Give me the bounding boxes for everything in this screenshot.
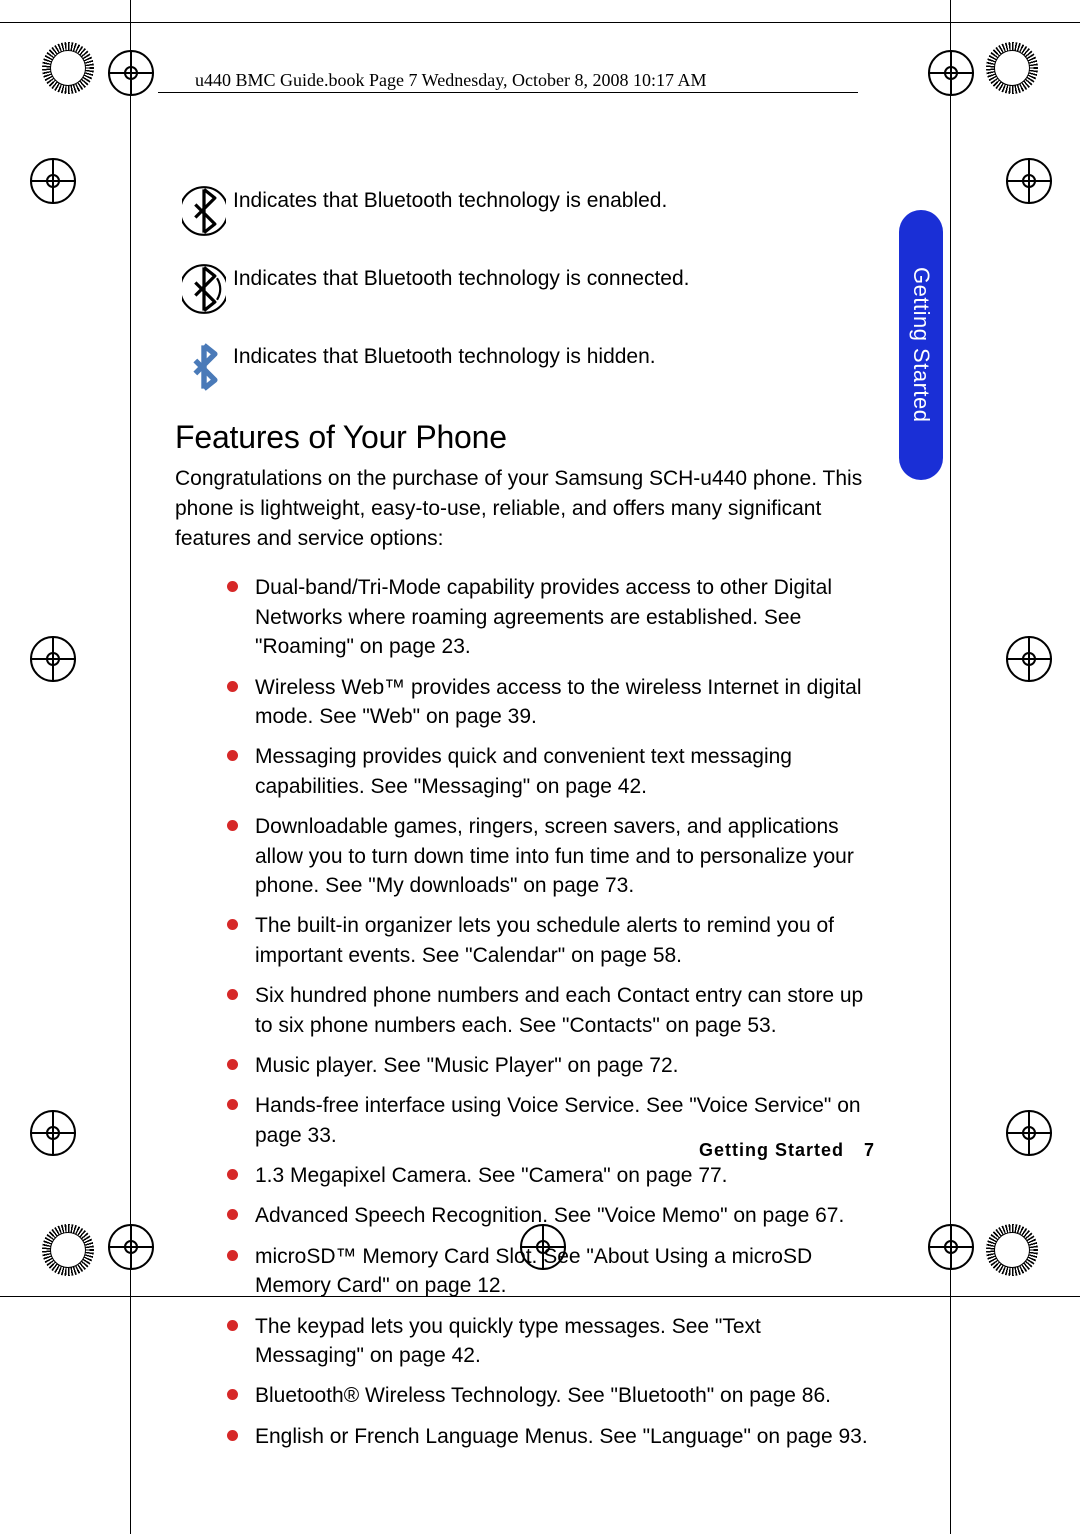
registration-mark-icon: [42, 1224, 94, 1276]
feature-list: Dual-band/Tri-Mode capability provides a…: [227, 573, 875, 1451]
indicator-text: Indicates that Bluetooth technology is c…: [233, 263, 689, 293]
registration-mark-icon: [42, 42, 94, 94]
list-item: The keypad lets you quickly type message…: [227, 1312, 875, 1371]
crosshair-icon: [928, 1224, 974, 1270]
crop-line: [0, 22, 1080, 23]
footer-section-label: Getting Started: [699, 1140, 844, 1160]
list-item: microSD™ Memory Card Slot. See "About Us…: [227, 1242, 875, 1301]
bluetooth-hidden-icon: [182, 341, 226, 393]
intro-paragraph: Congratulations on the purchase of your …: [175, 464, 875, 553]
list-item: Dual-band/Tri-Mode capability provides a…: [227, 573, 875, 661]
page-content: Indicates that Bluetooth technology is e…: [175, 185, 875, 1462]
list-item: Bluetooth® Wireless Technology. See "Blu…: [227, 1381, 875, 1410]
indicator-row: Indicates that Bluetooth technology is c…: [175, 263, 875, 315]
list-item: Messaging provides quick and convenient …: [227, 742, 875, 801]
list-item: Music player. See "Music Player" on page…: [227, 1051, 875, 1080]
list-item: 1.3 Megapixel Camera. See "Camera" on pa…: [227, 1161, 875, 1190]
section-heading: Features of Your Phone: [175, 419, 875, 456]
footer-page-number: 7: [864, 1140, 875, 1160]
crosshair-icon: [1006, 636, 1052, 682]
crosshair-icon: [1006, 158, 1052, 204]
crosshair-icon: [30, 158, 76, 204]
crosshair-icon: [30, 1110, 76, 1156]
registration-mark-icon: [986, 1224, 1038, 1276]
crosshair-icon: [108, 50, 154, 96]
list-item: Wireless Web™ provides access to the wir…: [227, 673, 875, 732]
list-item: English or French Language Menus. See "L…: [227, 1422, 875, 1451]
bluetooth-connected-icon: [182, 263, 226, 315]
list-item: Advanced Speech Recognition. See "Voice …: [227, 1201, 875, 1230]
crosshair-icon: [108, 1224, 154, 1270]
list-item: The built-in organizer lets you schedule…: [227, 911, 875, 970]
crop-line: [130, 0, 131, 1534]
bluetooth-enabled-icon: [182, 185, 226, 237]
registration-mark-icon: [986, 42, 1038, 94]
crop-line: [950, 0, 951, 1534]
side-tab-label: Getting Started: [908, 267, 934, 422]
header-rule: [158, 92, 858, 93]
indicator-row: Indicates that Bluetooth technology is e…: [175, 185, 875, 237]
list-item: Six hundred phone numbers and each Conta…: [227, 981, 875, 1040]
crosshair-icon: [928, 50, 974, 96]
page-footer: Getting Started 7: [175, 1140, 875, 1161]
crosshair-icon: [1006, 1110, 1052, 1156]
indicator-text: Indicates that Bluetooth technology is h…: [233, 341, 656, 371]
indicator-row: Indicates that Bluetooth technology is h…: [175, 341, 875, 393]
indicator-text: Indicates that Bluetooth technology is e…: [233, 185, 667, 215]
document-header-path: u440 BMC Guide.book Page 7 Wednesday, Oc…: [195, 70, 707, 91]
list-item: Downloadable games, ringers, screen save…: [227, 812, 875, 900]
section-side-tab: Getting Started: [899, 210, 943, 480]
crosshair-icon: [30, 636, 76, 682]
